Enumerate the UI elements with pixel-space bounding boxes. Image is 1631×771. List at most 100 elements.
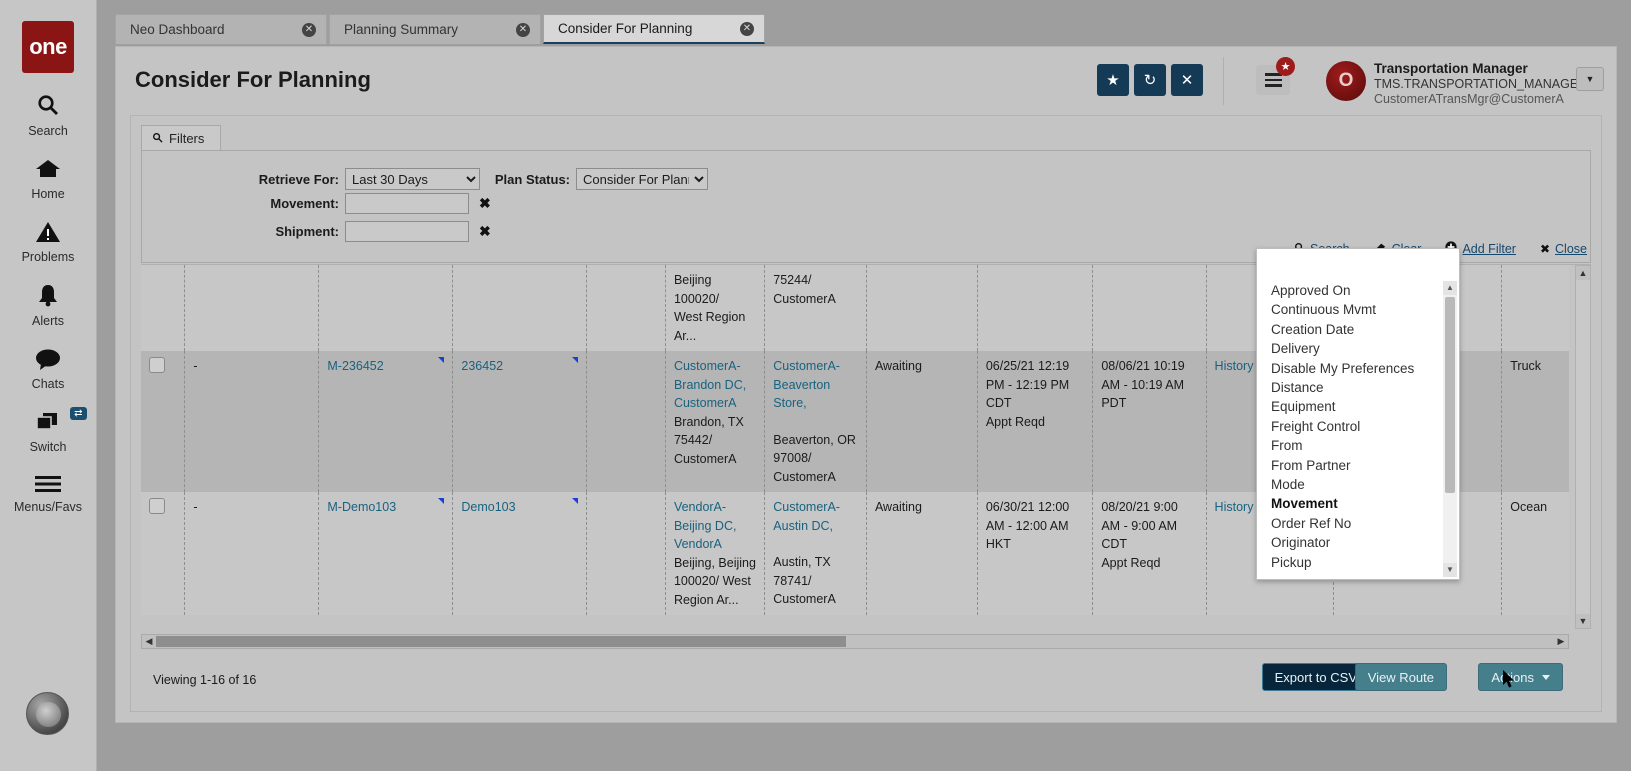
retrieve-for-select[interactable]: Last 30 Days <box>345 168 480 190</box>
cell-movement: M-Demo103 <box>319 492 453 615</box>
corner-marker-icon <box>572 498 578 504</box>
shipment-row: Shipment: ✖ <box>239 221 491 242</box>
add-filter-option[interactable]: Order Ref No <box>1265 514 1437 533</box>
from-address: Beijing, Beijing 100020/ West Region Ar.… <box>674 554 756 610</box>
row-checkbox[interactable] <box>149 498 165 514</box>
add-filter-option[interactable]: Delivery <box>1265 339 1437 358</box>
add-filter-dropdown[interactable]: Approved OnContinuous MvmtCreation DateD… <box>1256 248 1460 580</box>
sidebar-item-chats[interactable]: Chats <box>0 348 97 391</box>
vertical-scrollbar[interactable]: ▲ ▼ <box>1575 265 1591 629</box>
add-filter-option[interactable]: From Partner <box>1265 456 1437 475</box>
add-filter-option[interactable]: Originator <box>1265 533 1437 552</box>
cell-movement <box>319 265 453 351</box>
cell-blank <box>587 492 666 615</box>
dropdown-scroll-up-icon[interactable]: ▲ <box>1443 281 1457 295</box>
tab-close-icon[interactable]: ✕ <box>740 22 754 36</box>
tab-neo-dashboard[interactable]: Neo Dashboard ✕ <box>115 14 327 44</box>
to-address: Beaverton, OR 97008/ CustomerA <box>773 431 858 487</box>
from-location-link[interactable]: VendorA-Beijing DC, VendorA <box>674 500 737 551</box>
sidebar-item-menus-favs[interactable]: Menus/Favs <box>0 474 97 514</box>
cell-to: 75244/ CustomerA <box>765 265 867 351</box>
add-filter-option[interactable]: Continuous Mvmt <box>1265 300 1437 319</box>
tab-close-icon[interactable]: ✕ <box>516 23 530 37</box>
add-filter-option[interactable]: Creation Date <box>1265 320 1437 339</box>
movement-clear-icon[interactable]: ✖ <box>479 195 491 212</box>
header-divider <box>1223 57 1224 105</box>
actions-button[interactable]: Actions <box>1478 663 1563 691</box>
cell-dash <box>185 265 319 351</box>
add-filter-option[interactable]: Mode <box>1265 475 1437 494</box>
tab-planning-summary[interactable]: Planning Summary ✕ <box>329 14 541 44</box>
add-filter-option[interactable]: Pickup <box>1265 553 1437 572</box>
cell-to: CustomerA-Beaverton Store, Beaverton, OR… <box>765 351 867 492</box>
shipment-input[interactable] <box>345 221 469 242</box>
scroll-up-icon[interactable]: ▲ <box>1576 266 1590 280</box>
switch-badge-icon[interactable]: ⇄ <box>70 407 86 420</box>
movement-link[interactable]: M-236452 <box>327 359 383 373</box>
page-header: Consider For Planning ★ ↻ ✕ ★ O Transpor… <box>116 47 1616 115</box>
add-filter-option[interactable]: Movement <box>1265 494 1437 513</box>
dropdown-scroll-thumb[interactable] <box>1445 297 1455 493</box>
view-route-button[interactable]: View Route <box>1355 663 1447 691</box>
menu-star-badge-icon: ★ <box>1276 57 1295 76</box>
hamburger-icon <box>35 474 61 498</box>
to-location-link[interactable]: CustomerA-Austin DC, <box>773 500 840 533</box>
viewing-count: Viewing 1-16 of 16 <box>153 673 256 687</box>
sidebar-item-switch[interactable]: ⇄ Switch <box>0 411 97 454</box>
user-avatar-bottom[interactable] <box>26 692 69 735</box>
one-logo: one <box>22 21 74 73</box>
view-route-label: View Route <box>1368 670 1434 685</box>
shipment-link[interactable]: 236452 <box>461 359 503 373</box>
star-icon: ★ <box>1106 71 1119 89</box>
user-menu-chevron-down-icon[interactable]: ▼ <box>1576 67 1604 91</box>
movement-input[interactable] <box>345 193 469 214</box>
row-checkbox-cell <box>141 492 185 615</box>
export-to-csv-button[interactable]: Export to CSV <box>1262 663 1370 691</box>
sidebar-item-problems[interactable]: Problems <box>0 221 97 264</box>
add-filter-option[interactable]: Distance <box>1265 378 1437 397</box>
cell-movement: M-236452 <box>319 351 453 492</box>
add-filter-option-list[interactable]: Approved OnContinuous MvmtCreation DateD… <box>1265 281 1437 577</box>
favorite-button[interactable]: ★ <box>1097 64 1129 96</box>
add-filter-link-label: Add Filter <box>1462 242 1516 256</box>
bell-icon <box>36 284 60 312</box>
dropdown-scrollbar[interactable]: ▲ ▼ <box>1443 281 1457 577</box>
row-checkbox[interactable] <box>149 357 165 373</box>
sidebar-item-home[interactable]: Home <box>0 158 97 201</box>
add-filter-option[interactable]: Equipment <box>1265 397 1437 416</box>
plan-status-select[interactable]: Consider For Plannin <box>576 168 708 190</box>
filters-tab[interactable]: Filters <box>141 125 221 151</box>
user-info: Transportation Manager TMS.TRANSPORTATIO… <box>1374 61 1564 106</box>
cell-blank <box>587 265 666 351</box>
add-filter-option[interactable]: Disable My Preferences <box>1265 359 1437 378</box>
scroll-right-icon[interactable]: ▶ <box>1555 636 1567 647</box>
tab-consider-for-planning[interactable]: Consider For Planning ✕ <box>543 14 765 44</box>
shipment-clear-icon[interactable]: ✖ <box>479 223 491 240</box>
history-link[interactable]: History <box>1215 500 1254 514</box>
sidebar-item-search[interactable]: Search <box>0 93 97 138</box>
shipment-link[interactable]: Demo103 <box>461 500 515 514</box>
switch-windows-icon <box>34 411 62 438</box>
cell-dash: - <box>185 492 319 615</box>
movement-row: Movement: ✖ <box>239 193 491 214</box>
history-link[interactable]: History <box>1215 359 1254 373</box>
horizontal-scroll-thumb[interactable] <box>156 636 846 647</box>
to-location-link[interactable]: CustomerA-Beaverton Store, <box>773 359 840 410</box>
movement-link[interactable]: M-Demo103 <box>327 500 396 514</box>
add-filter-option[interactable]: Approved On <box>1265 281 1437 300</box>
horizontal-scrollbar[interactable]: ◀ ▶ <box>141 634 1569 649</box>
cell-pickup <box>977 265 1093 351</box>
scroll-down-icon[interactable]: ▼ <box>1576 614 1590 628</box>
close-icon: ✕ <box>1181 71 1194 89</box>
home-icon <box>35 158 61 185</box>
scroll-left-icon[interactable]: ◀ <box>143 636 155 647</box>
sidebar-item-alerts[interactable]: Alerts <box>0 284 97 328</box>
close-link[interactable]: ✖ Close <box>1540 241 1587 256</box>
from-location-link[interactable]: CustomerA-Brandon DC, CustomerA <box>674 359 746 410</box>
add-filter-option[interactable]: From <box>1265 436 1437 455</box>
refresh-button[interactable]: ↻ <box>1134 64 1166 96</box>
tab-close-icon[interactable]: ✕ <box>302 23 316 37</box>
add-filter-option[interactable]: Freight Control <box>1265 417 1437 436</box>
close-button[interactable]: ✕ <box>1171 64 1203 96</box>
dropdown-scroll-down-icon[interactable]: ▼ <box>1443 563 1457 577</box>
